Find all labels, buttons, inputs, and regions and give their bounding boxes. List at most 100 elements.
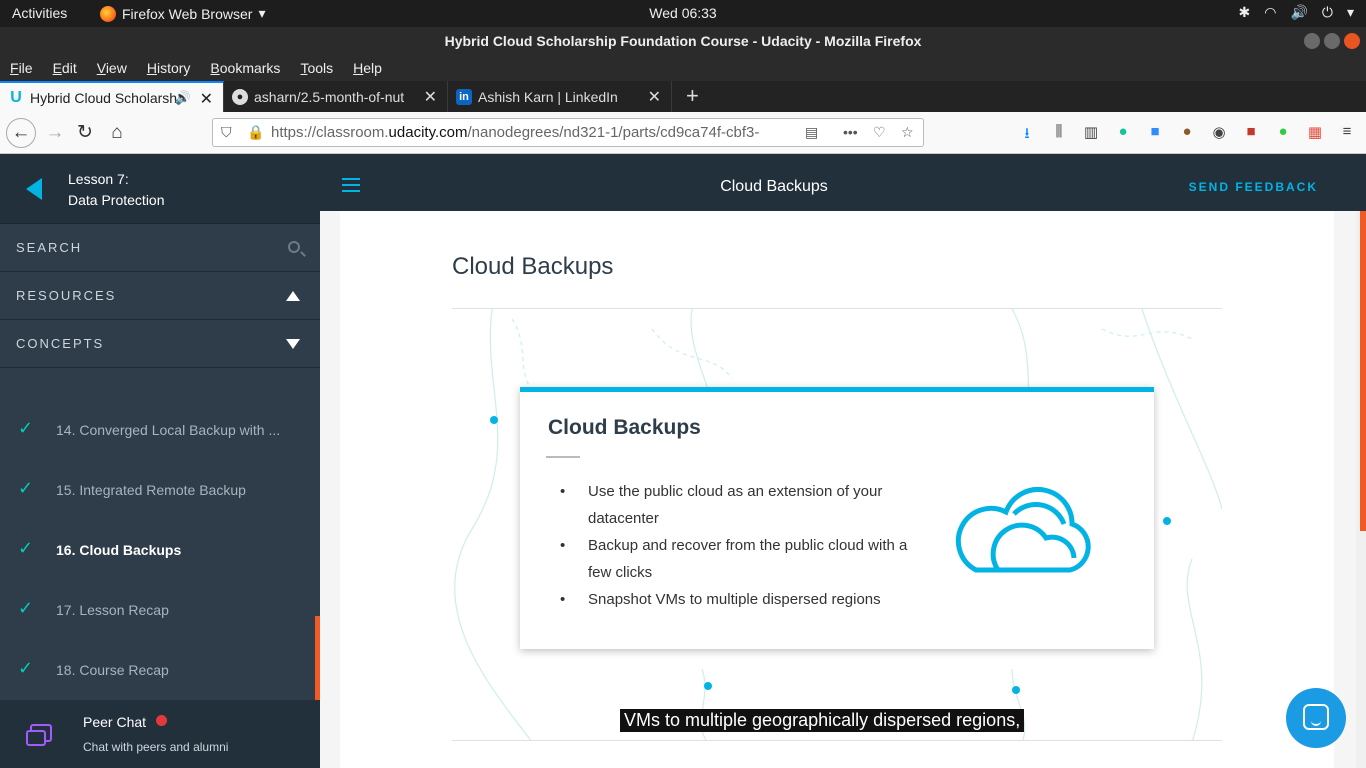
- tab-title: Hybrid Cloud Scholarsh: [30, 89, 178, 106]
- tab-github[interactable]: ● asharn/2.5-month-of-nut ✕: [224, 81, 448, 112]
- cloud-icon: [955, 487, 1091, 573]
- search-row[interactable]: SEARCH: [0, 224, 320, 272]
- concept-item[interactable]: ✓ 14. Converged Local Backup with ...: [0, 400, 320, 460]
- cookie-icon[interactable]: ●: [1178, 123, 1196, 148]
- main-content: Cloud Backups Cloud Backups • Use the pu…: [340, 211, 1334, 768]
- home-button[interactable]: ⌂: [104, 120, 130, 146]
- status-dot: [156, 715, 167, 726]
- bullet-item: Backup and recover from the public cloud…: [560, 532, 920, 586]
- menu-edit[interactable]: Edit: [53, 55, 77, 81]
- extension-icon[interactable]: ●: [1274, 123, 1292, 148]
- download-icon[interactable]: ⭳: [1018, 123, 1036, 148]
- slide-card: Cloud Backups Use the public cloud as an…: [520, 387, 1154, 649]
- bookmark-star-icon[interactable]: ☆: [901, 124, 914, 141]
- sidebar-icon[interactable]: ▥: [1082, 123, 1100, 148]
- concept-list: ✓ 14. Converged Local Backup with ... ✓ …: [0, 368, 320, 700]
- tab-udacity[interactable]: U Hybrid Cloud Scholarsh 🔊 ✕: [0, 81, 224, 112]
- title-underline: [546, 456, 580, 458]
- menu-tools[interactable]: Tools: [300, 55, 333, 81]
- sidebar-scroll-indicator[interactable]: [315, 616, 320, 700]
- search-icon[interactable]: [288, 241, 300, 253]
- extension-icon[interactable]: ■: [1242, 123, 1260, 148]
- chat-icon: [26, 724, 52, 746]
- account-icon[interactable]: ◉: [1210, 123, 1228, 148]
- url-bar[interactable]: ⛉ 🔒 https://classroom.udacity.com/nanode…: [212, 118, 924, 147]
- resources-row[interactable]: RESOURCES: [0, 272, 320, 320]
- navigation-bar: ← → ↻ ⌂ ⛉ 🔒 https://classroom.udacity.co…: [0, 112, 1366, 154]
- send-feedback-link[interactable]: SEND FEEDBACK: [1189, 180, 1318, 194]
- concept-title: 16. Cloud Backups: [56, 542, 182, 558]
- grammarly-icon[interactable]: ●: [1114, 123, 1132, 148]
- menu-file[interactable]: File: [10, 55, 33, 81]
- expand-icon[interactable]: [286, 339, 300, 349]
- zoom-icon[interactable]: ■: [1146, 123, 1164, 148]
- slack-icon[interactable]: ✱: [1239, 4, 1251, 21]
- concept-title: 15. Integrated Remote Backup: [56, 482, 246, 498]
- lock-icon[interactable]: 🔒: [247, 124, 264, 141]
- intercom-chat-button[interactable]: [1286, 688, 1346, 748]
- lesson-header[interactable]: Lesson 7: Data Protection: [0, 154, 320, 224]
- check-icon: ✓: [18, 478, 34, 498]
- close-tab-icon[interactable]: ✕: [424, 87, 437, 107]
- window-title-bar: Hybrid Cloud Scholarship Foundation Cour…: [0, 27, 1366, 55]
- volume-icon[interactable]: 🔊: [1290, 4, 1307, 21]
- search-label: SEARCH: [16, 240, 83, 255]
- shield-icon[interactable]: ⛉: [221, 124, 232, 141]
- extension-icon[interactable]: ▦: [1306, 123, 1324, 148]
- new-tab-button[interactable]: +: [672, 81, 699, 112]
- reader-view-icon[interactable]: ▤: [805, 124, 818, 141]
- tab-linkedin[interactable]: in Ashish Karn | LinkedIn ✕: [448, 81, 672, 112]
- peer-chat-title: Peer Chat: [83, 714, 147, 730]
- library-icon[interactable]: ⫼: [1050, 123, 1068, 148]
- chevron-down-icon[interactable]: ▾: [1347, 4, 1354, 21]
- lesson-name: Data Protection: [68, 192, 165, 208]
- bullet-item: Use the public cloud as an extension of …: [560, 478, 920, 532]
- concepts-row[interactable]: CONCEPTS: [0, 320, 320, 368]
- slide-title: Cloud Backups: [548, 416, 701, 439]
- hamburger-menu-icon[interactable]: ≡: [1338, 123, 1356, 148]
- app-menu[interactable]: Firefox Web Browser ▾: [100, 5, 265, 22]
- back-arrow-icon[interactable]: [26, 178, 42, 200]
- peer-chat-subtitle: Chat with peers and alumni: [83, 740, 229, 754]
- page-header: Cloud Backups SEND FEEDBACK: [320, 154, 1366, 211]
- reload-button[interactable]: ↻: [72, 120, 98, 146]
- speaker-icon[interactable]: 🔊: [175, 90, 191, 106]
- chevron-down-icon: ▾: [258, 5, 266, 21]
- concept-item[interactable]: ✓ 17. Lesson Recap: [0, 580, 320, 640]
- peer-chat[interactable]: Peer Chat Chat with peers and alumni: [0, 700, 320, 768]
- menu-bookmarks[interactable]: Bookmarks: [210, 55, 280, 81]
- concept-item[interactable]: ✓ 18. Course Recap: [0, 640, 320, 700]
- minimize-button[interactable]: [1304, 33, 1320, 49]
- power-icon[interactable]: ⏻: [1322, 4, 1333, 21]
- collapse-icon[interactable]: [286, 291, 300, 301]
- activities-button[interactable]: Activities: [12, 5, 67, 21]
- system-tray[interactable]: ✱ ◠ 🔊 ⏻ ▾: [1239, 4, 1355, 21]
- more-actions-icon[interactable]: •••: [843, 124, 858, 140]
- close-window-button[interactable]: [1344, 33, 1360, 49]
- page-scrollbar[interactable]: [1356, 211, 1366, 768]
- toolbar-icons: ⭳ ⫼ ▥ ● ■ ● ◉ ■ ● ▦ ≡: [1018, 123, 1356, 148]
- close-tab-icon[interactable]: ✕: [648, 87, 661, 107]
- menu-history[interactable]: History: [147, 55, 191, 81]
- check-icon: ✓: [18, 598, 34, 618]
- menu-view[interactable]: View: [97, 55, 127, 81]
- window-controls: [1304, 33, 1360, 49]
- forward-button[interactable]: →: [42, 120, 68, 146]
- menu-help[interactable]: Help: [353, 55, 382, 81]
- wifi-icon[interactable]: ◠: [1264, 4, 1276, 21]
- url-text[interactable]: https://classroom.udacity.com/nanodegree…: [271, 124, 801, 141]
- pocket-icon[interactable]: ♡: [873, 124, 886, 141]
- page-title: Cloud Backups: [720, 178, 828, 195]
- chat-bubble-icon: [1303, 704, 1329, 730]
- resources-label: RESOURCES: [16, 288, 117, 303]
- slide-bullets: Use the public cloud as an extension of …: [560, 478, 920, 613]
- concept-item[interactable]: ✓ 15. Integrated Remote Backup: [0, 460, 320, 520]
- close-tab-icon[interactable]: ✕: [200, 89, 213, 109]
- maximize-button[interactable]: [1324, 33, 1340, 49]
- concept-item-active[interactable]: ✓ 16. Cloud Backups: [0, 520, 320, 580]
- bullet-item: Snapshot VMs to multiple dispersed regio…: [560, 586, 920, 613]
- video-player[interactable]: Cloud Backups Use the public cloud as an…: [452, 308, 1222, 741]
- back-button[interactable]: ←: [6, 118, 36, 148]
- scrollbar-thumb[interactable]: [1360, 211, 1366, 531]
- concept-title: 18. Course Recap: [56, 662, 169, 678]
